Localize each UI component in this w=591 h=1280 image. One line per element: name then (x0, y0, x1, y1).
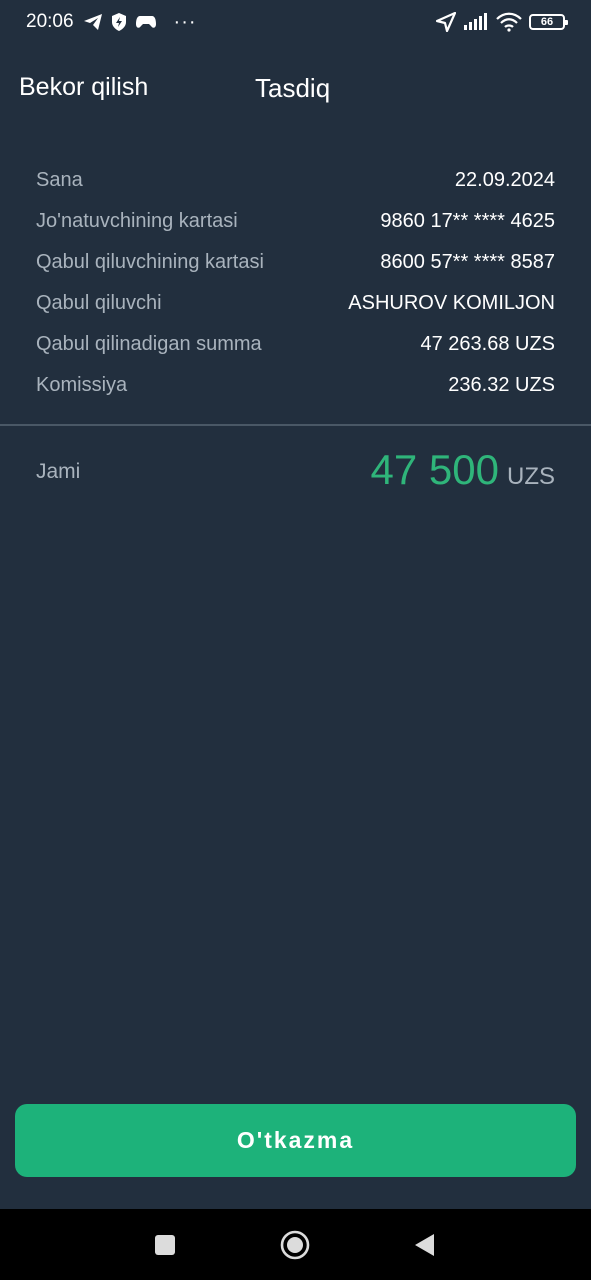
detail-row-date: Sana 22.09.2024 (36, 160, 555, 201)
square-recents-icon[interactable] (125, 1209, 205, 1280)
status-right: 66 (436, 12, 568, 32)
detail-row-receiver-card: Qabul qiluvchining kartasi 8600 57** ***… (36, 242, 555, 283)
detail-label: Komissiya (36, 374, 128, 396)
triangle-back-icon[interactable] (384, 1209, 464, 1280)
detail-label: Qabul qiluvchi (36, 292, 162, 314)
detail-label: Jo'natuvchining kartasi (36, 210, 238, 232)
detail-row-commission: Komissiya 236.32 UZS (36, 365, 555, 406)
detail-row-sender-card: Jo'natuvchining kartasi 9860 17** **** 4… (36, 201, 555, 242)
shield-bolt-icon (110, 12, 128, 32)
detail-value: 236.32 UZS (448, 374, 555, 396)
wifi-icon (496, 12, 522, 32)
transfer-button[interactable]: O'tkazma (15, 1104, 576, 1177)
battery-icon: 66 (529, 14, 568, 30)
status-bar: 20:06 ··· 66 (0, 0, 591, 44)
signal-icon (463, 13, 489, 31)
more-dots: ··· (173, 11, 197, 33)
detail-row-receiver: Qabul qiluvchi ASHUROV KOMILJON (36, 283, 555, 324)
confirmation-screen: 20:06 ··· 66 Bekor qilish Tasdiq Sana 22… (0, 0, 591, 1280)
detail-value: ASHUROV KOMILJON (348, 292, 555, 314)
status-left: 20:06 ··· (26, 11, 197, 33)
detail-label: Qabul qiluvchining kartasi (36, 251, 264, 273)
detail-value: 47 263.68 UZS (420, 333, 555, 355)
detail-value: 9860 17** **** 4625 (380, 210, 555, 232)
total-label: Jami (36, 460, 81, 483)
total-value: 47 500 UZS (371, 446, 555, 494)
status-time: 20:06 (26, 11, 74, 32)
total-amount: 47 500 (370, 446, 499, 493)
detail-label: Qabul qilinadigan summa (36, 333, 262, 355)
telegram-icon (83, 13, 103, 31)
page-title: Tasdiq (255, 73, 331, 103)
detail-value: 22.09.2024 (454, 169, 555, 191)
gamepad-icon (135, 14, 157, 30)
cancel-button[interactable]: Bekor qilish (19, 73, 148, 102)
header: Bekor qilish Tasdiq (0, 66, 591, 110)
location-arrow-icon (436, 12, 456, 32)
divider (0, 424, 591, 426)
system-nav-bar (0, 1209, 591, 1280)
detail-label: Sana (36, 169, 83, 191)
transfer-details: Sana 22.09.2024 Jo'natuvchining kartasi … (36, 160, 555, 406)
circle-home-icon[interactable] (255, 1209, 335, 1280)
total-row: Jami 47 500 UZS (36, 446, 555, 506)
detail-value: 8600 57** **** 8587 (380, 251, 555, 273)
detail-row-received-amount: Qabul qilinadigan summa 47 263.68 UZS (36, 324, 555, 365)
total-currency: UZS (507, 463, 555, 490)
